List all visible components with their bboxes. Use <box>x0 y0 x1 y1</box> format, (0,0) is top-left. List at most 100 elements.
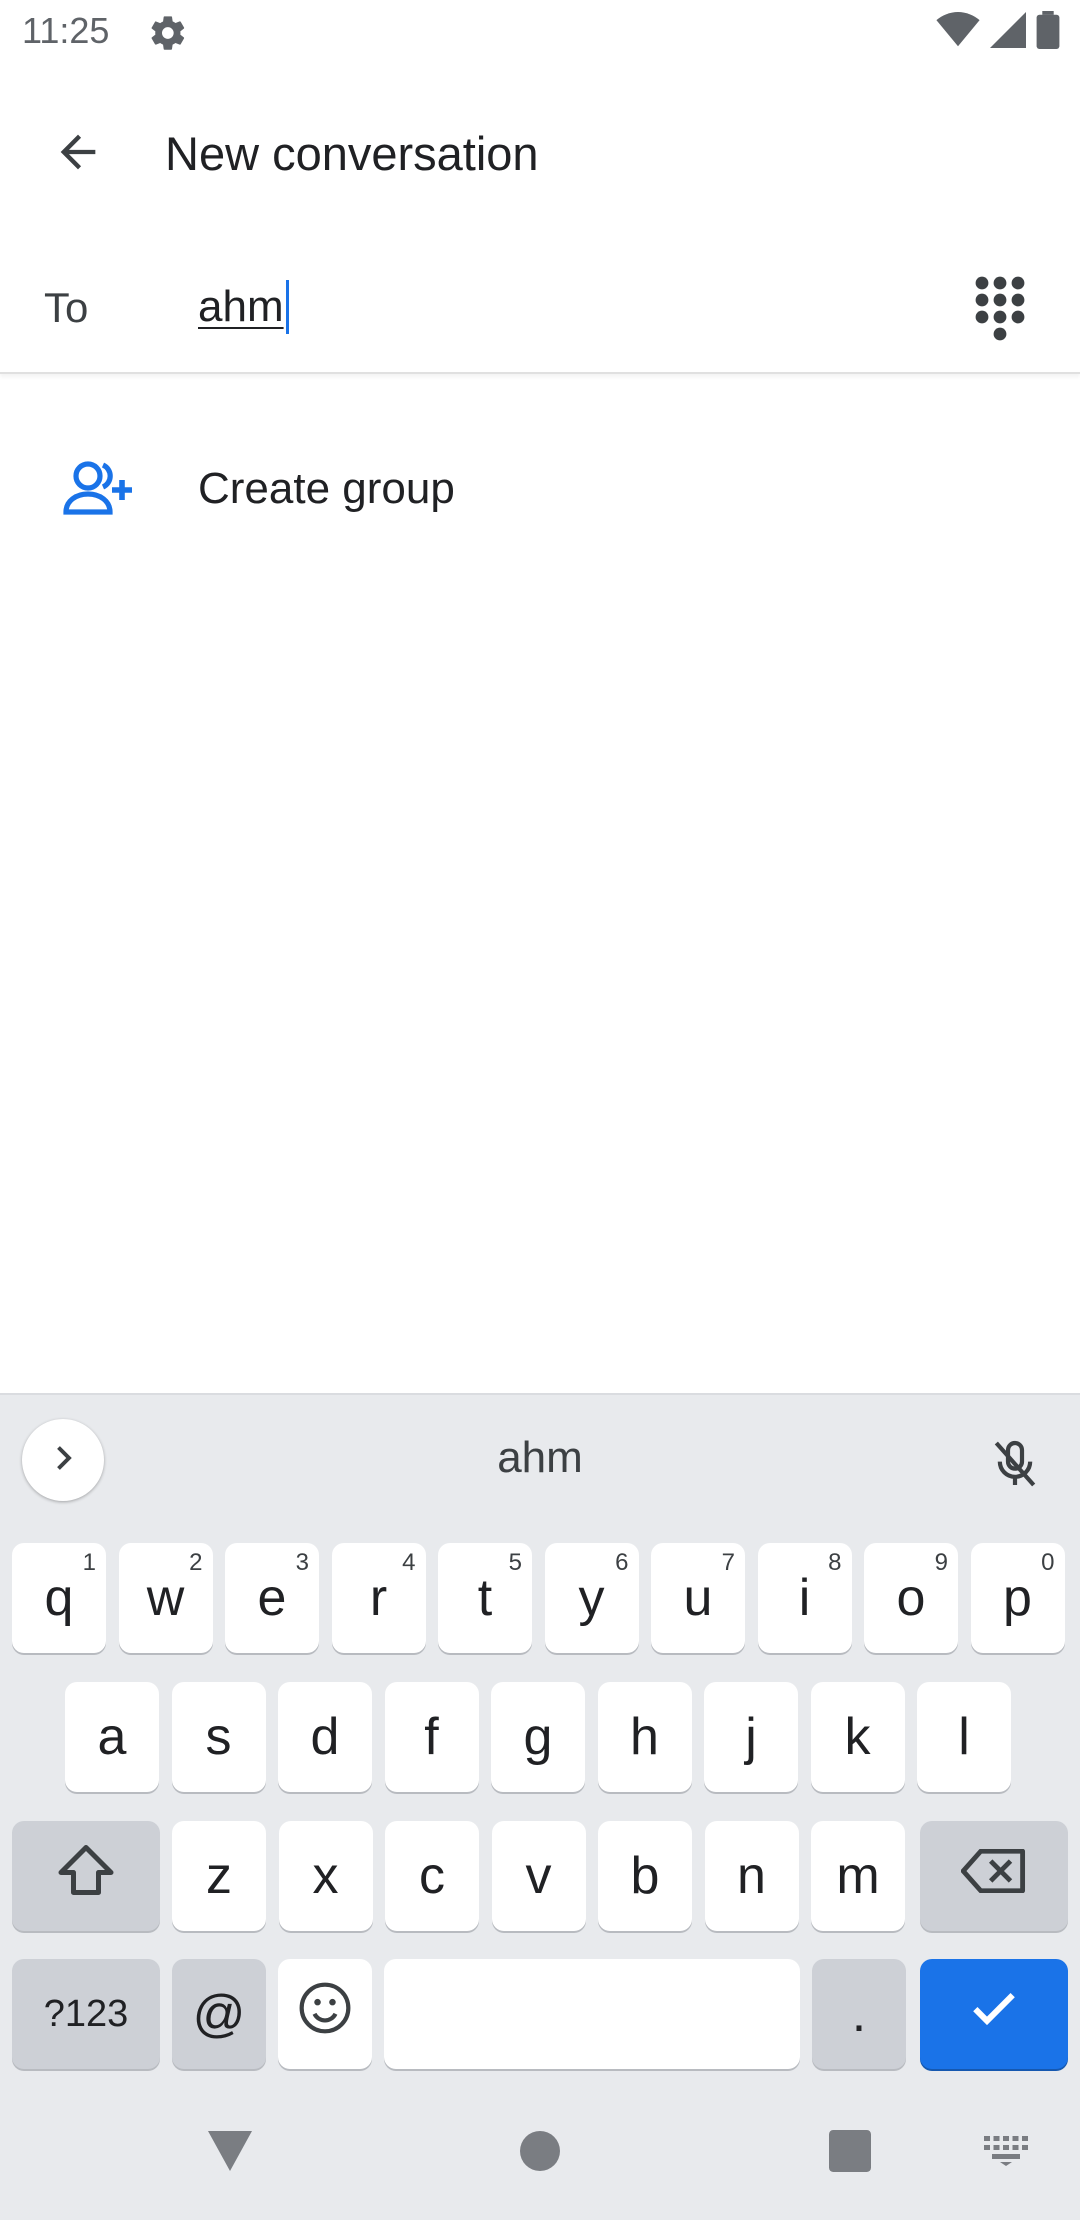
emoji-key[interactable] <box>278 1959 372 2069</box>
key-z[interactable]: z <box>172 1821 266 1931</box>
dialpad-icon <box>974 275 1026 346</box>
key-l[interactable]: l <box>917 1682 1011 1792</box>
text-cursor <box>285 280 289 334</box>
cellular-signal-icon <box>990 11 1026 53</box>
settings-gear-icon <box>148 13 188 53</box>
key-o[interactable]: o9 <box>864 1543 958 1653</box>
navigation-bar <box>0 2085 1080 2220</box>
key-hint: 9 <box>934 1549 948 1576</box>
key-label: v <box>525 1847 552 1905</box>
app-bar: New conversation <box>0 80 1080 230</box>
keyboard-suggestion[interactable]: ahm <box>300 1433 780 1483</box>
nav-back-button[interactable] <box>190 2113 270 2193</box>
keyboard-switch-button[interactable] <box>966 2113 1046 2193</box>
key-b[interactable]: b <box>598 1821 692 1931</box>
key-r[interactable]: r4 <box>331 1543 426 1653</box>
key-hint: 8 <box>828 1549 842 1576</box>
key-hint: 4 <box>402 1549 416 1576</box>
chevron-right-icon <box>45 1440 81 1481</box>
battery-icon <box>1036 10 1060 54</box>
keyboard-toolbar: ahm <box>0 1395 1080 1523</box>
back-button[interactable] <box>28 118 128 190</box>
voice-input-button[interactable] <box>980 1431 1050 1501</box>
key-label: b <box>630 1847 660 1905</box>
key-label: p <box>1003 1569 1032 1627</box>
key-c[interactable]: c <box>385 1821 479 1931</box>
key-u[interactable]: u7 <box>651 1543 745 1653</box>
key-label: x <box>312 1847 339 1905</box>
key-label: g <box>523 1708 553 1766</box>
backspace-key[interactable] <box>920 1821 1068 1931</box>
status-icons <box>936 10 1060 54</box>
key-s[interactable]: s <box>171 1682 266 1792</box>
arrow-back-icon <box>52 126 104 183</box>
key-label: h <box>630 1708 659 1766</box>
status-bar: 11:25 <box>0 0 1080 66</box>
key-hint: 3 <box>295 1549 309 1576</box>
key-m[interactable]: m <box>811 1821 905 1931</box>
key-y[interactable]: y6 <box>544 1543 639 1653</box>
key-n[interactable]: n <box>704 1821 799 1931</box>
key-g[interactable]: g <box>491 1682 585 1792</box>
period-key[interactable]: . <box>812 1959 906 2069</box>
key-a[interactable]: a <box>65 1682 159 1792</box>
circle-icon <box>518 2129 562 2178</box>
dialpad-button[interactable] <box>960 270 1040 350</box>
keyboard-expand-button[interactable] <box>22 1419 104 1501</box>
create-group-label: Create group <box>198 464 455 513</box>
key-k[interactable]: k <box>810 1682 905 1792</box>
key-w[interactable]: w2 <box>118 1543 213 1653</box>
recipient-row: To ahm <box>0 240 1080 374</box>
key-f[interactable]: f <box>384 1682 479 1792</box>
key-hint: 2 <box>189 1549 203 1576</box>
add-group-icon <box>62 458 134 518</box>
key-label: t <box>477 1569 493 1627</box>
symbols-key[interactable]: ?123 <box>12 1959 160 2069</box>
key-label: m <box>836 1847 880 1905</box>
key-hint: 0 <box>1041 1549 1055 1576</box>
recipient-input[interactable]: ahm <box>198 276 898 338</box>
square-icon <box>829 2129 871 2177</box>
key-label: r <box>369 1569 388 1627</box>
key-hint: 7 <box>721 1549 735 1576</box>
shift-key[interactable] <box>12 1821 160 1931</box>
key-x[interactable]: x <box>278 1821 373 1931</box>
key-label: u <box>683 1569 713 1627</box>
enter-key[interactable] <box>920 1959 1068 2069</box>
recipient-input-value: ahm <box>198 282 284 331</box>
key-label: j <box>745 1708 757 1766</box>
nav-recents-button[interactable] <box>810 2113 890 2193</box>
to-label: To <box>44 284 89 331</box>
key-label: q <box>44 1569 74 1627</box>
key-label: l <box>958 1708 970 1766</box>
space-key[interactable] <box>384 1959 800 2069</box>
key-h[interactable]: h <box>597 1682 692 1792</box>
triangle-down-icon <box>206 2129 254 2178</box>
key-j[interactable]: j <box>704 1682 798 1792</box>
key-label: e <box>257 1569 287 1627</box>
key-label: a <box>97 1708 127 1766</box>
key-label: y <box>578 1569 605 1627</box>
key-t[interactable]: t5 <box>438 1543 532 1653</box>
key-label: s <box>205 1708 232 1766</box>
key-label: k <box>844 1708 871 1766</box>
key-hint: 6 <box>615 1549 629 1576</box>
key-label: o <box>896 1569 926 1627</box>
nav-home-button[interactable] <box>500 2113 580 2193</box>
shift-icon <box>56 1842 116 1911</box>
key-v[interactable]: v <box>491 1821 586 1931</box>
backspace-icon <box>960 1846 1027 1906</box>
keyboard-icon <box>984 2135 1028 2171</box>
create-group-item[interactable]: Create group <box>0 420 1080 560</box>
check-icon <box>966 1980 1022 2049</box>
key-hint: 1 <box>82 1549 96 1576</box>
key-d[interactable]: d <box>278 1682 372 1792</box>
key-e[interactable]: e3 <box>225 1543 319 1653</box>
page-title: New conversation <box>165 127 539 180</box>
mic-off-icon <box>987 1436 1043 1497</box>
key-p[interactable]: p0 <box>970 1543 1065 1653</box>
key-q[interactable]: q1 <box>12 1543 106 1653</box>
at-key[interactable]: @ <box>172 1959 266 2069</box>
key-label: n <box>737 1847 766 1905</box>
key-i[interactable]: i8 <box>757 1543 852 1653</box>
